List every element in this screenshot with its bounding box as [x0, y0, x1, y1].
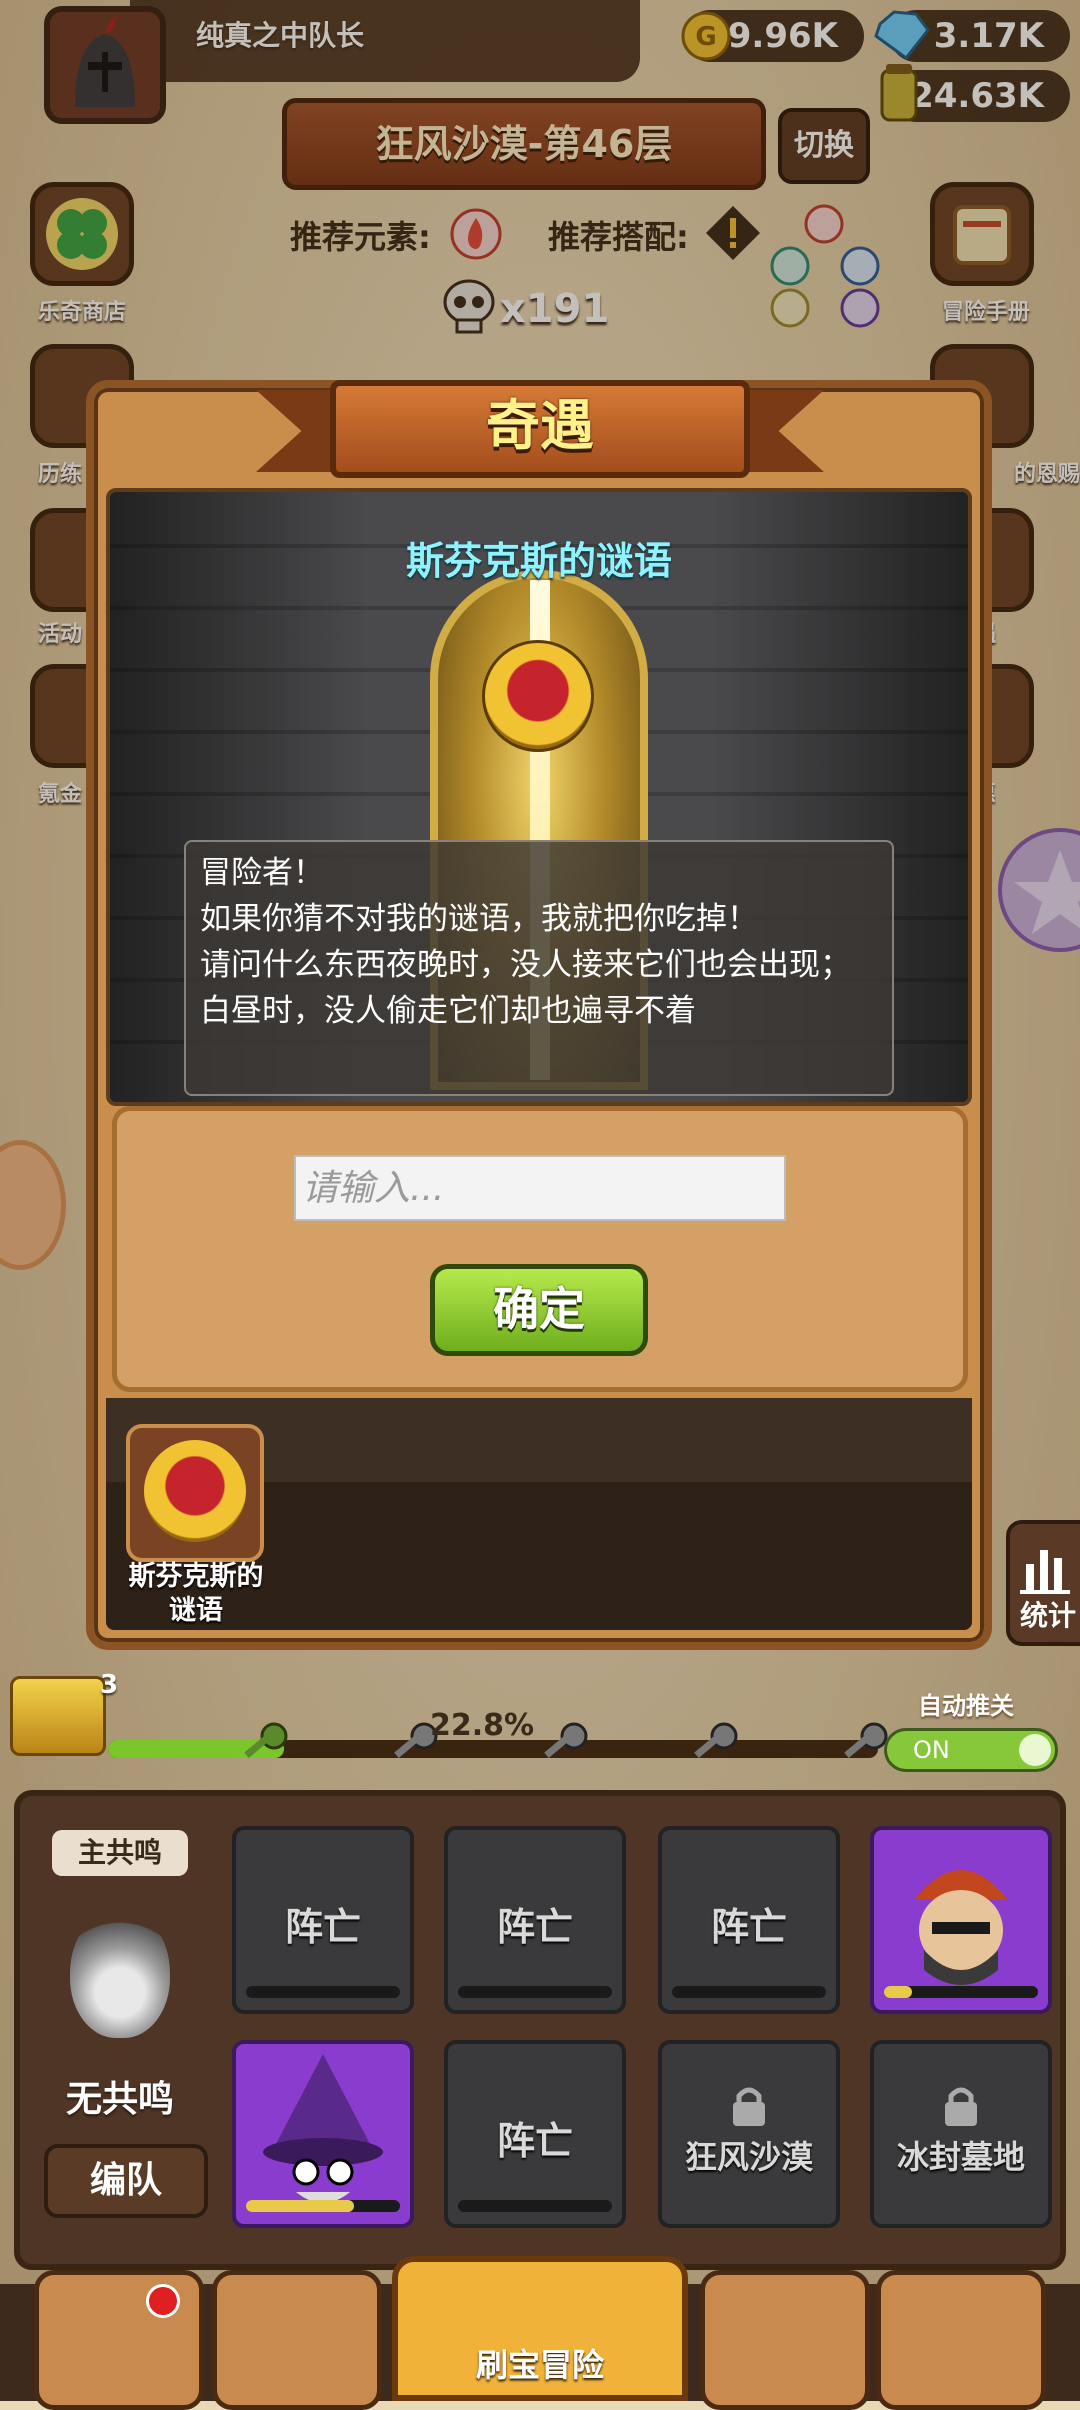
riddle-title: 斯芬克斯的谜语 — [405, 539, 672, 583]
hero-status: 阵亡 — [284, 1905, 361, 1949]
hero-status: 阵亡 — [710, 1905, 787, 1949]
hero-hp-fill — [884, 1986, 912, 1998]
main-resonance-tag: 主共鸣 — [52, 1830, 188, 1876]
nav-adventure-label: 刷宝冒险 — [475, 2346, 604, 2384]
nav-bag-button[interactable] — [700, 2270, 870, 2410]
key-icon — [694, 1722, 738, 1759]
progress-percent: 22.8% — [430, 1708, 535, 1743]
dialog-line: 白昼时，没人偷走它们却也遍寻不着 — [200, 993, 696, 1029]
nav-shop-button[interactable] — [34, 2270, 204, 2410]
nav-forge-button[interactable] — [876, 2270, 1046, 2410]
treasure-chest-icon[interactable] — [10, 1676, 106, 1756]
no-resonance-label: 无共鸣 — [65, 2079, 174, 2120]
auto-advance-label: 自动推关 — [918, 1692, 1014, 1720]
chest-count: 3 — [100, 1670, 119, 1700]
wizard-icon — [263, 2054, 383, 2203]
dialog-line: 请问什么东西夜晚时，没人接来它们也会出现； — [200, 947, 851, 983]
hero-slot-wizard[interactable] — [232, 2040, 414, 2228]
lock-icon — [733, 2087, 765, 2126]
nav-hero-button[interactable] — [212, 2270, 382, 2410]
dialog-line: 如果你猜不对我的谜语，我就把你吃掉！ — [200, 901, 758, 937]
riddle-dialog: 冒险者！ 如果你猜不对我的谜语，我就把你吃掉！ 请问什么东西夜晚时，没人接来它们… — [184, 840, 894, 1096]
turban-warrior-icon — [914, 1870, 1008, 1985]
lock-icon — [945, 2087, 977, 2126]
hero-hp-fill — [246, 2200, 354, 2212]
answer-input[interactable] — [294, 1155, 786, 1221]
key-icon — [544, 1722, 588, 1759]
hero-status: 阵亡 — [496, 2119, 573, 2163]
sphinx-emblem-icon — [482, 640, 594, 752]
auto-advance-toggle[interactable]: ON — [884, 1728, 1058, 1772]
resonance-flame-icon — [70, 1908, 170, 2038]
formation-button[interactable]: 编队 — [44, 2144, 208, 2218]
dialog-line: 冒险者！ — [200, 855, 324, 891]
stats-label: 统计 — [1019, 1599, 1076, 1632]
key-icon — [244, 1722, 288, 1759]
event-label: 斯芬克斯的 谜语 — [128, 1561, 264, 1626]
bar-chart-icon — [1020, 1550, 1070, 1594]
sphinx-medal-icon — [144, 1440, 246, 1542]
hero-status: 阵亡 — [496, 1905, 573, 1949]
confirm-button[interactable]: 确定 — [430, 1264, 648, 1356]
toggle-knob — [1019, 1734, 1051, 1766]
hero-slot-desert-warrior[interactable] — [870, 1826, 1052, 2014]
locked-slot-label: 狂风沙漠 — [684, 2138, 813, 2176]
modal-title: 奇遇 — [486, 394, 594, 457]
locked-slot-label: 冰封墓地 — [896, 2138, 1025, 2176]
notification-badge — [146, 2284, 180, 2318]
